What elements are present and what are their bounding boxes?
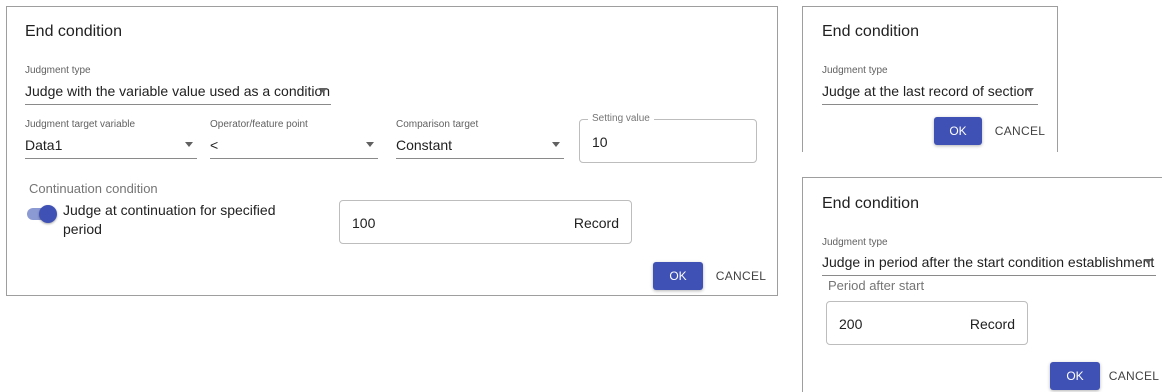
ok-button[interactable]: OK xyxy=(934,117,982,145)
dialog-title: End condition xyxy=(822,23,919,40)
setting-value-label: Setting value xyxy=(588,113,654,124)
period-field[interactable]: 100 Record xyxy=(339,200,632,244)
period-unit: Record xyxy=(573,215,619,231)
judgment-type-label: Judgment type xyxy=(822,237,888,248)
period-unit: Record xyxy=(969,316,1015,332)
switch-thumb xyxy=(39,205,57,223)
setting-value-field[interactable]: Setting value 10 xyxy=(579,113,757,163)
cancel-button[interactable]: CANCEL xyxy=(989,117,1051,145)
target-variable-label: Judgment target variable xyxy=(25,119,136,130)
comparison-target-label: Comparison target xyxy=(396,119,479,130)
comparison-target-value: Constant xyxy=(396,137,453,153)
period-after-start-label: Period after start xyxy=(828,278,925,293)
target-variable-select[interactable]: Data1 xyxy=(25,133,197,159)
chevron-down-icon xyxy=(552,142,560,147)
period-value: 200 xyxy=(839,316,863,332)
continuation-switch-label: Judge at continuation for specified peri… xyxy=(63,202,276,237)
judgment-type-value: Judge in period after the start conditio… xyxy=(822,254,1155,270)
judgment-type-select[interactable]: Judge in period after the start conditio… xyxy=(822,250,1156,276)
judgment-type-value: Judge at the last record of section xyxy=(822,83,1033,99)
chevron-down-icon xyxy=(185,142,193,147)
judgment-type-value: Judge with the variable value used as a … xyxy=(25,83,331,99)
chevron-down-icon xyxy=(366,142,374,147)
target-variable-value: Data1 xyxy=(25,137,63,153)
dialog-title: End condition xyxy=(822,195,919,212)
end-condition-dialog-last-record: End condition Judgment type Judge at the… xyxy=(802,6,1058,152)
setting-value: 10 xyxy=(592,134,608,150)
cancel-button[interactable]: CANCEL xyxy=(1105,362,1162,390)
ok-button[interactable]: OK xyxy=(653,262,703,290)
end-condition-dialog-main: End condition Judgment type Judge with t… xyxy=(6,6,778,296)
period-value: 100 xyxy=(352,215,376,231)
judgment-type-label: Judgment type xyxy=(822,65,888,76)
chevron-down-icon xyxy=(1026,88,1034,93)
continuation-switch[interactable] xyxy=(25,203,65,227)
judgment-type-select[interactable]: Judge with the variable value used as a … xyxy=(25,79,331,105)
operator-label: Operator/feature point xyxy=(210,119,308,130)
judgment-type-select[interactable]: Judge at the last record of section xyxy=(822,79,1038,105)
cancel-button[interactable]: CANCEL xyxy=(711,262,771,290)
chevron-down-icon xyxy=(1144,259,1152,264)
operator-select[interactable]: < xyxy=(210,133,378,159)
period-field[interactable]: 200 Record xyxy=(826,301,1028,345)
end-condition-dialog-after-start: End condition Judgment type Judge in per… xyxy=(802,177,1162,392)
operator-value: < xyxy=(210,137,219,153)
ok-button[interactable]: OK xyxy=(1050,362,1100,390)
continuation-condition-label: Continuation condition xyxy=(29,181,158,196)
dialog-title: End condition xyxy=(25,23,122,40)
chevron-down-icon xyxy=(319,88,327,93)
comparison-target-select[interactable]: Constant xyxy=(396,133,564,159)
judgment-type-label: Judgment type xyxy=(25,65,91,76)
